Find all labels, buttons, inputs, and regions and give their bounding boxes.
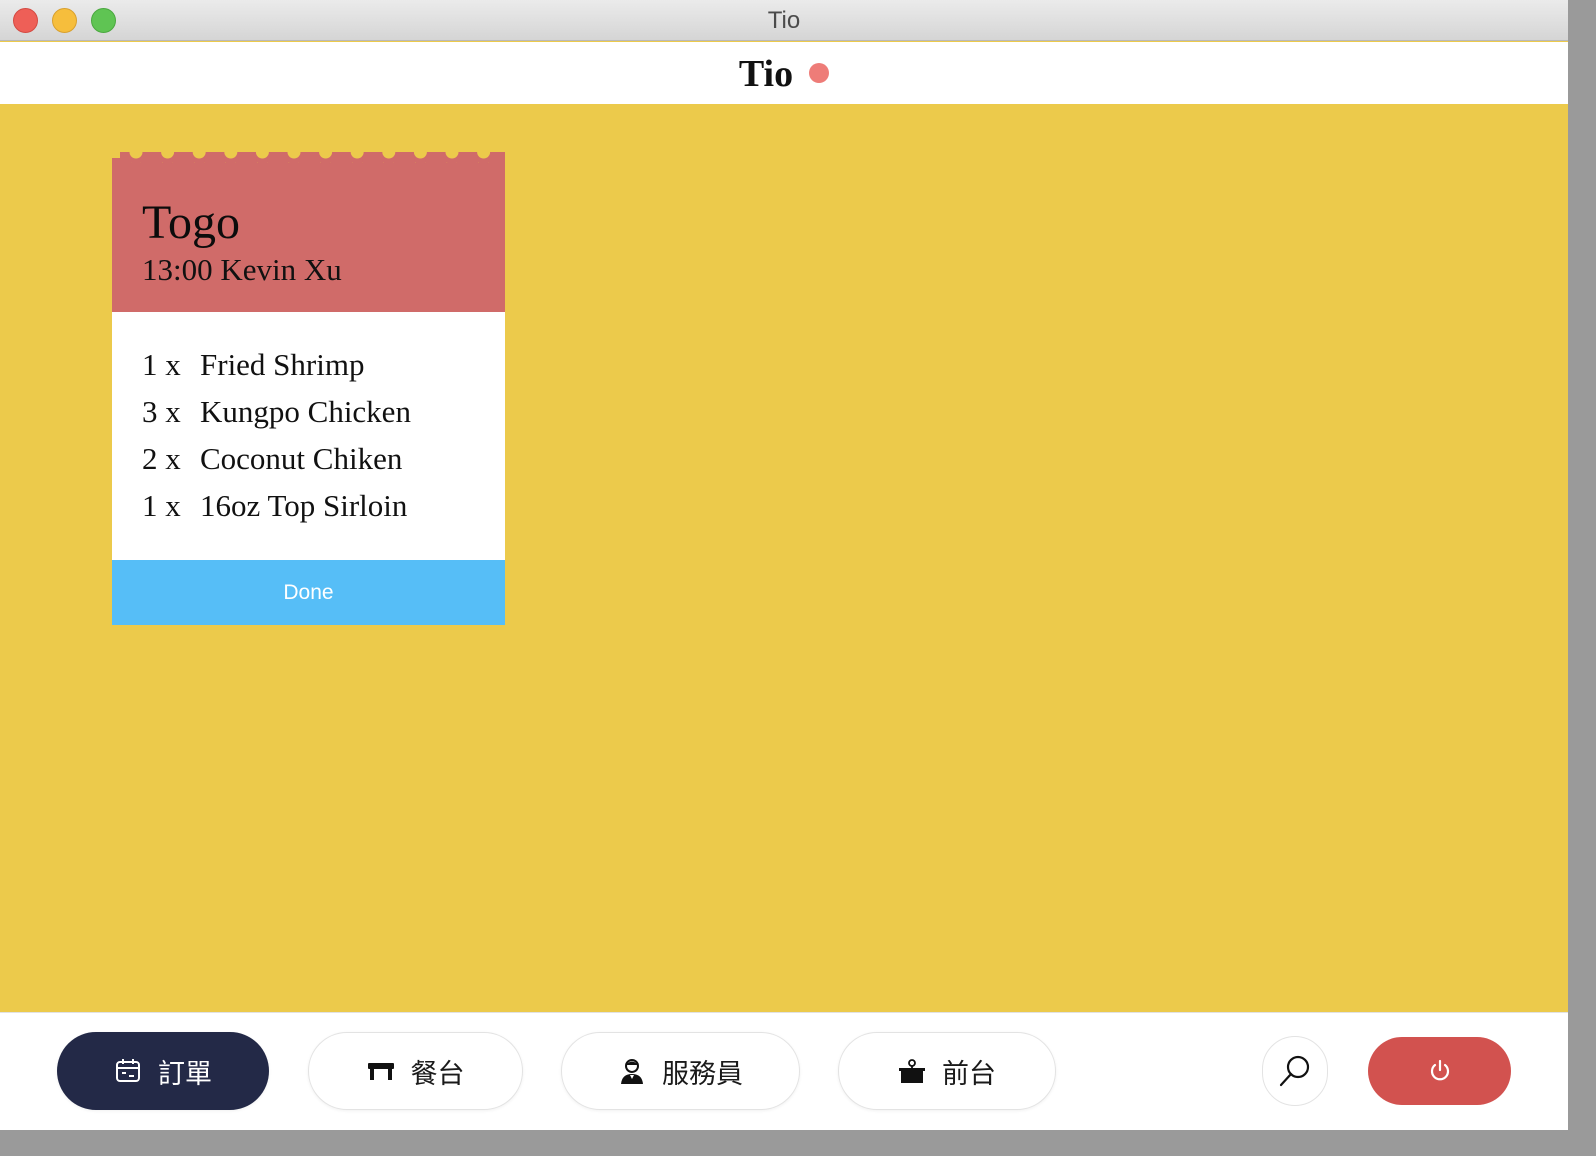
item-quantity: 1 x [142,488,181,523]
list-item: 3 x Kungpo Chicken [142,393,475,440]
waiter-icon [618,1057,646,1085]
ticket-items: 1 x Fried Shrimp 3 x Kungpo Chicken 2 x Coc… [112,312,505,560]
nav-orders-button[interactable]: 訂單 [57,1032,269,1110]
order-type: Togo [142,196,240,249]
nav-tables-button[interactable]: 餐台 [308,1032,523,1110]
power-button[interactable] [1368,1037,1511,1105]
table-icon [367,1057,395,1085]
done-button[interactable]: Done [112,560,505,625]
front-desk-icon [898,1057,926,1085]
nav-tables-label: 餐台 [410,1058,465,1090]
power-icon [1427,1058,1453,1084]
item-quantity: 1 x [142,347,181,382]
calendar-icon [114,1057,142,1085]
item-name: 16oz Top Sirloin [200,488,408,523]
bottom-toolbar: 訂單 餐台 服務員 前台 [0,1012,1568,1130]
app-name: Tio [738,53,794,95]
item-name: Kungpo Chicken [200,394,411,429]
nav-front-desk-button[interactable]: 前台 [838,1032,1056,1110]
order-time-and-customer: 13:00 Kevin Xu [142,252,342,287]
order-ticket: Togo 13:00 Kevin Xu 1 x Fried Shrimp 3 x K… [112,152,505,625]
search-icon [1277,1053,1313,1089]
title-bar: Tio [0,0,1568,41]
ticket-perforated-edge [112,152,505,164]
item-name: Coconut Chiken [200,441,403,476]
item-quantity: 3 x [142,394,181,429]
nav-orders-label: 訂單 [158,1058,212,1090]
ticket-header: Togo 13:00 Kevin Xu [112,163,505,312]
list-item: 1 x Fried Shrimp [142,346,475,393]
nav-front-desk-label: 前台 [942,1058,996,1090]
app-window: Tio Tio Togo 13:00 Kevin Xu 1 x Fried Shr… [0,0,1568,1130]
nav-waiters-button[interactable]: 服務員 [561,1032,800,1110]
search-button[interactable] [1262,1036,1328,1106]
item-name: Fried Shrimp [200,347,365,382]
list-item: 1 x 16oz Top Sirloin [142,487,475,534]
nav-waiters-label: 服務員 [662,1058,743,1090]
app-header: Tio [0,42,1568,104]
connection-status-dot [809,63,830,83]
list-item: 2 x Coconut Chiken [142,440,475,487]
window-title: Tio [767,7,801,34]
item-quantity: 2 x [142,441,181,476]
